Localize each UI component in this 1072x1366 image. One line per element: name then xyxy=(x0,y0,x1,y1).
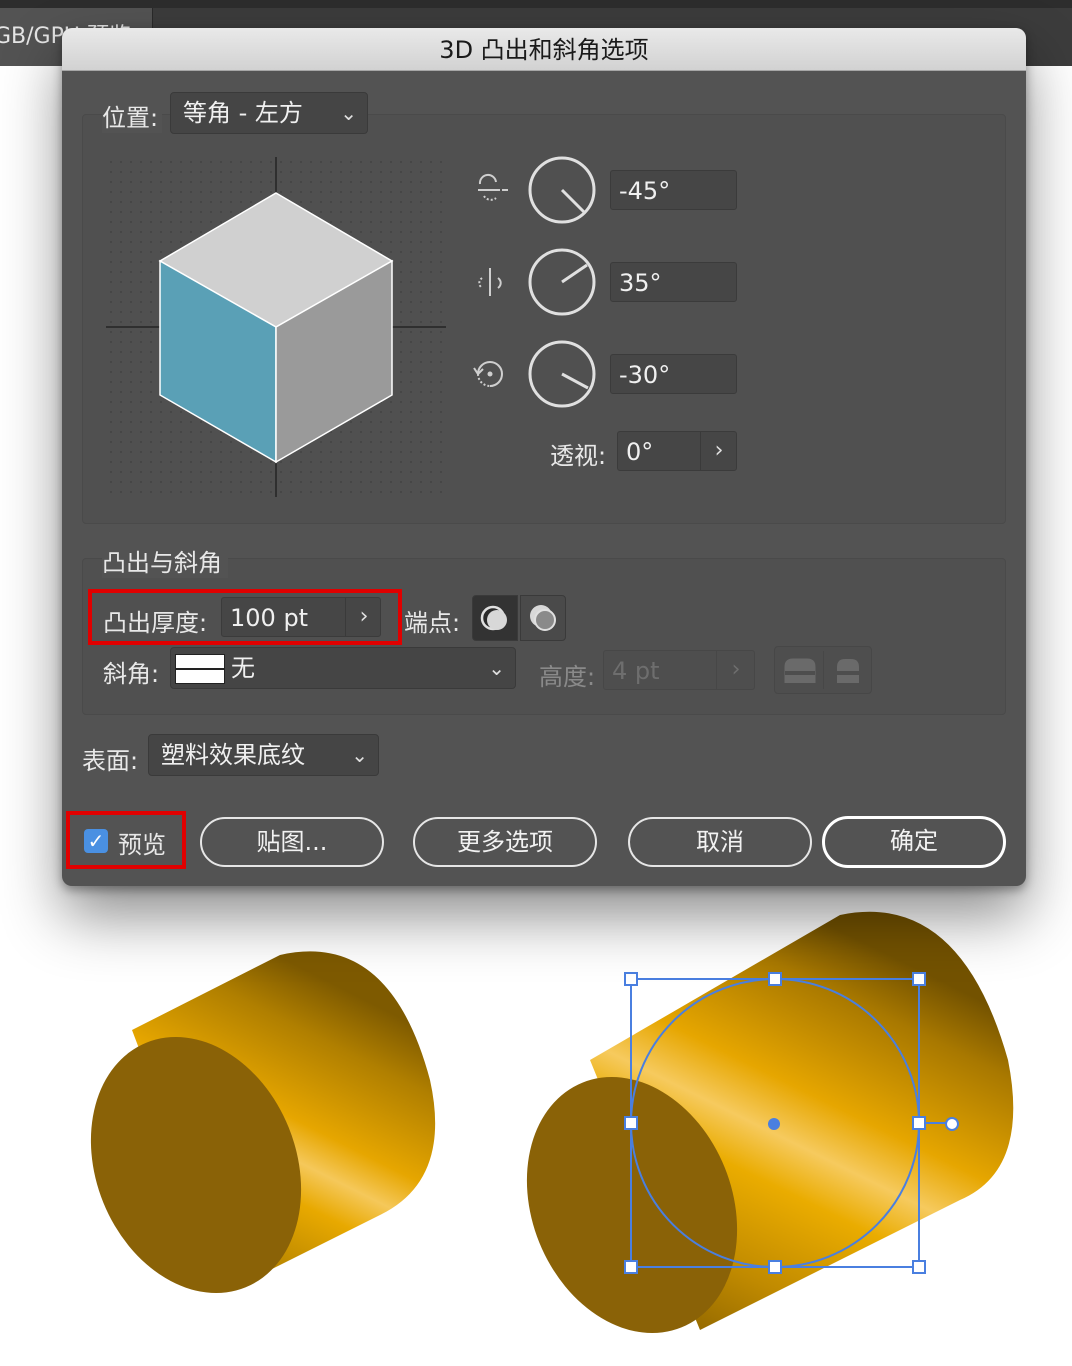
preview-highlight xyxy=(66,811,186,869)
extrude-bevel-section-title: 凸出与斜角 xyxy=(102,543,228,578)
cap-on-icon xyxy=(480,605,507,631)
bevel-swatch-icon xyxy=(175,654,225,684)
chevron-down-icon: ⌄ xyxy=(488,656,505,680)
cylinder-left[interactable] xyxy=(54,951,436,1324)
rotate-z-dial[interactable] xyxy=(527,339,597,409)
cap-on-button[interactable] xyxy=(472,595,518,641)
surface-dropdown[interactable]: 塑料效果底纹 ⌄ xyxy=(148,734,379,776)
height-arrow-button: › xyxy=(716,651,755,689)
selection-center-point xyxy=(768,1118,780,1130)
perspective-arrow-button[interactable]: › xyxy=(700,432,737,470)
perspective-label: 透视: xyxy=(550,442,607,470)
bevel-dropdown[interactable]: 无 ⌄ xyxy=(170,647,516,689)
bevel-label: 斜角: xyxy=(103,660,160,688)
position-value: 等角 - 左方 xyxy=(183,99,303,127)
surface-value: 塑料效果底纹 xyxy=(161,741,305,769)
surface-label: 表面: xyxy=(82,747,139,775)
height-value: 4 pt xyxy=(612,657,660,685)
rotate-x-icon xyxy=(478,173,508,201)
rotate-z-field[interactable]: -30° xyxy=(610,354,737,394)
extrude-depth-highlight xyxy=(88,589,402,645)
height-label: 高度: xyxy=(539,663,596,691)
dialog-title: 3D 凸出和斜角选项 xyxy=(62,28,1026,71)
rotate-y-dial[interactable] xyxy=(527,247,597,317)
rotation-cube[interactable] xyxy=(106,157,446,497)
bevel-in-icon xyxy=(837,659,859,683)
app-topline xyxy=(0,0,1072,8)
rotate-x-field[interactable]: -45° xyxy=(610,170,737,210)
cap-off-icon xyxy=(530,605,556,631)
rotate-y-field[interactable]: 35° xyxy=(610,262,737,302)
chevron-down-icon: ⌄ xyxy=(340,101,357,125)
rotate-x-dial[interactable] xyxy=(527,155,597,225)
rotate-y-icon xyxy=(478,268,502,296)
canvas-artwork xyxy=(54,911,1014,1333)
cap-label: 端点: xyxy=(404,609,461,637)
more-options-button[interactable]: 更多选项 xyxy=(413,817,597,867)
bevel-value: 无 xyxy=(231,654,255,682)
chevron-down-icon: ⌄ xyxy=(351,743,368,767)
rotate-z-icon xyxy=(473,361,503,387)
position-dropdown[interactable]: 等角 - 左方 ⌄ xyxy=(170,92,368,134)
perspective-value: 0° xyxy=(626,438,654,466)
cap-off-button[interactable] xyxy=(520,595,566,641)
cancel-button[interactable]: 取消 xyxy=(628,817,812,867)
position-label: 位置: xyxy=(102,98,163,133)
bevel-direction-group xyxy=(774,646,872,694)
map-art-button[interactable]: 贴图... xyxy=(200,817,384,867)
ok-button[interactable]: 确定 xyxy=(822,816,1006,868)
bevel-out-icon xyxy=(784,658,816,683)
